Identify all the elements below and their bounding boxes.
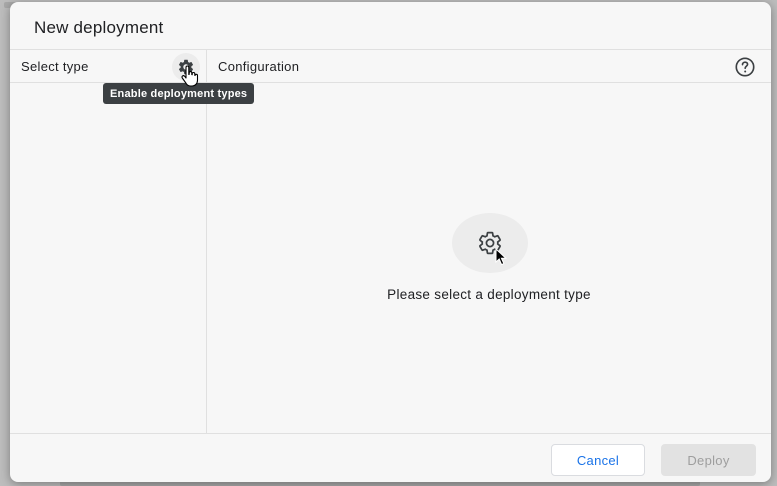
divider (10, 433, 771, 434)
dialog-title: New deployment (34, 18, 164, 37)
enable-deployment-types-tooltip: Enable deployment types (103, 83, 255, 104)
divider (10, 49, 771, 50)
empty-state-message: Please select a deployment type (387, 287, 591, 302)
configuration-label: Configuration (218, 59, 300, 74)
cancel-button[interactable]: Cancel (551, 444, 645, 476)
empty-state-gear[interactable] (452, 213, 528, 273)
arrow-cursor-icon (495, 248, 507, 266)
select-type-label: Select type (21, 59, 89, 74)
deploy-button[interactable]: Deploy (661, 444, 756, 476)
panel-divider (206, 49, 207, 433)
hand-cursor-icon (181, 65, 199, 87)
help-button[interactable] (733, 55, 757, 79)
help-circle-icon (735, 57, 755, 77)
new-deployment-dialog: New deployment Select type Configuration… (10, 2, 771, 482)
